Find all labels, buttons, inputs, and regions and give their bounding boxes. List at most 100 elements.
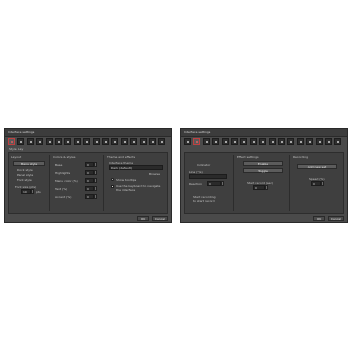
- left-tab-1[interactable]: [8, 138, 15, 145]
- font-style-item[interactable]: Font style: [17, 178, 32, 182]
- indicator-label: Indicator: [197, 163, 211, 167]
- right-tab-10[interactable]: [268, 138, 276, 145]
- right-tab-17[interactable]: [334, 138, 342, 145]
- start-record-stepper[interactable]: [265, 185, 268, 190]
- color-row-stepper[interactable]: [94, 162, 97, 167]
- reaction-stepper[interactable]: [221, 181, 224, 186]
- divider: [233, 155, 234, 211]
- color-row-input[interactable]: 0: [85, 170, 94, 175]
- keyboard-checkbox[interactable]: [111, 185, 114, 188]
- color-row-stepper[interactable]: [94, 194, 97, 199]
- colors-header: Colors & styles: [53, 155, 76, 159]
- left-tab-strip: [8, 138, 168, 146]
- right-tab-7[interactable]: [240, 138, 248, 145]
- right-tab-4[interactable]: [212, 138, 220, 145]
- color-row-label: Highlights: [55, 171, 71, 175]
- toggle-button[interactable]: Toggle: [243, 168, 283, 173]
- color-row-input[interactable]: 0: [85, 186, 94, 191]
- cancel-button[interactable]: Cancel: [152, 216, 168, 221]
- right-title: Interface settings: [184, 130, 211, 134]
- start-record-text: to start record: [193, 199, 215, 203]
- color-row-label: Menu color (%): [55, 179, 78, 183]
- right-dialog: Interface settings Indicator Line (°/s) …: [180, 128, 348, 223]
- keyboard-note: Use the keyboard to navigate the interfa…: [116, 184, 161, 192]
- left-tab-3[interactable]: [26, 138, 34, 145]
- right-tab-11[interactable]: [278, 138, 285, 145]
- right-tab-9[interactable]: [259, 138, 267, 145]
- right-tab-5[interactable]: [221, 138, 229, 145]
- right-tab-2[interactable]: [193, 138, 201, 145]
- right-tab-15[interactable]: [315, 138, 323, 145]
- color-row-stepper[interactable]: [94, 170, 97, 175]
- left-tab-16[interactable]: [149, 138, 156, 145]
- color-row-input[interactable]: 0: [85, 178, 94, 183]
- add-new-set-button[interactable]: Add new set: [297, 164, 337, 169]
- tooltips-radio[interactable]: [111, 178, 114, 181]
- right-tab-13[interactable]: [296, 138, 304, 145]
- left-titlebar: Interface settings: [5, 129, 171, 137]
- right-titlebar: Interface settings: [181, 129, 347, 137]
- color-row-input[interactable]: 0: [85, 162, 94, 167]
- reaction-select[interactable]: 0: [207, 181, 221, 186]
- enable-button[interactable]: Enable: [243, 161, 283, 166]
- right-main-panel: Indicator Line (°/s) Reaction 0 Start re…: [184, 152, 344, 214]
- color-row-label: Text (%): [55, 187, 68, 191]
- left-tab-8[interactable]: [73, 138, 81, 145]
- left-tab-12[interactable]: [111, 138, 119, 145]
- right-tab-12[interactable]: [287, 138, 295, 145]
- cancel-button[interactable]: Cancel: [328, 216, 344, 221]
- color-row-stepper[interactable]: [94, 178, 97, 183]
- left-main-panel: Layout Menu style Dock style Panel style…: [8, 152, 168, 214]
- reaction-label: Reaction: [189, 182, 203, 186]
- color-row-label: Accent (%): [55, 195, 72, 199]
- divider: [103, 155, 104, 211]
- left-dialog: Interface settings Style Lay Layout Menu…: [4, 128, 172, 223]
- color-row-label: Base: [55, 163, 63, 167]
- right-tab-6[interactable]: [231, 138, 238, 145]
- left-tab-4[interactable]: [36, 138, 44, 145]
- divider: [289, 155, 290, 211]
- right-tab-14[interactable]: [306, 138, 314, 145]
- left-tab-7[interactable]: [64, 138, 72, 145]
- divider: [49, 155, 50, 211]
- left-tab-17[interactable]: [158, 138, 166, 145]
- speed-input[interactable]: 0: [311, 181, 321, 186]
- line-input[interactable]: [189, 174, 227, 179]
- right-tab-16[interactable]: [325, 138, 332, 145]
- font-size-stepper[interactable]: [31, 189, 34, 194]
- start-record-input[interactable]: 0: [253, 185, 265, 190]
- theme-select[interactable]: Dark (default): [109, 165, 163, 170]
- effect-settings-header: Effect settings: [237, 155, 259, 159]
- right-tab-3[interactable]: [202, 138, 210, 145]
- theme-header: Theme and effects: [107, 155, 136, 159]
- right-tab-1[interactable]: [184, 138, 191, 145]
- right-tab-8[interactable]: [249, 138, 257, 145]
- left-tab-2[interactable]: [17, 138, 25, 145]
- left-tab-6[interactable]: [55, 138, 62, 145]
- ok-button[interactable]: OK: [137, 216, 149, 221]
- panel-style-item[interactable]: Panel style: [17, 173, 33, 177]
- left-tab-11[interactable]: [102, 138, 109, 145]
- color-row-input[interactable]: 0: [85, 194, 94, 199]
- font-size-input[interactable]: 10: [21, 189, 31, 194]
- left-tab-5[interactable]: [45, 138, 53, 145]
- left-tab-13[interactable]: [120, 138, 128, 145]
- left-tab-15[interactable]: [139, 138, 147, 145]
- left-tab-9[interactable]: [83, 138, 91, 145]
- right-tab-strip: [184, 138, 344, 146]
- ok-button[interactable]: OK: [313, 216, 325, 221]
- font-size-unit: pts: [36, 190, 41, 194]
- left-subtab-style[interactable]: Style: [9, 147, 17, 151]
- left-title: Interface settings: [8, 130, 35, 134]
- speed-stepper[interactable]: [321, 181, 324, 186]
- left-subtab-lay[interactable]: Lay: [18, 147, 23, 151]
- layout-header: Layout: [11, 155, 22, 159]
- browse-link[interactable]: Browse: [149, 172, 160, 176]
- menu-style-button[interactable]: Menu style: [13, 161, 45, 166]
- dock-style-item[interactable]: Dock style: [17, 168, 33, 172]
- recording-header: Recording: [293, 155, 309, 159]
- left-tab-14[interactable]: [130, 138, 138, 145]
- color-row-stepper[interactable]: [94, 186, 97, 191]
- left-tab-10[interactable]: [92, 138, 100, 145]
- tooltips-label: Show tooltips: [116, 178, 137, 182]
